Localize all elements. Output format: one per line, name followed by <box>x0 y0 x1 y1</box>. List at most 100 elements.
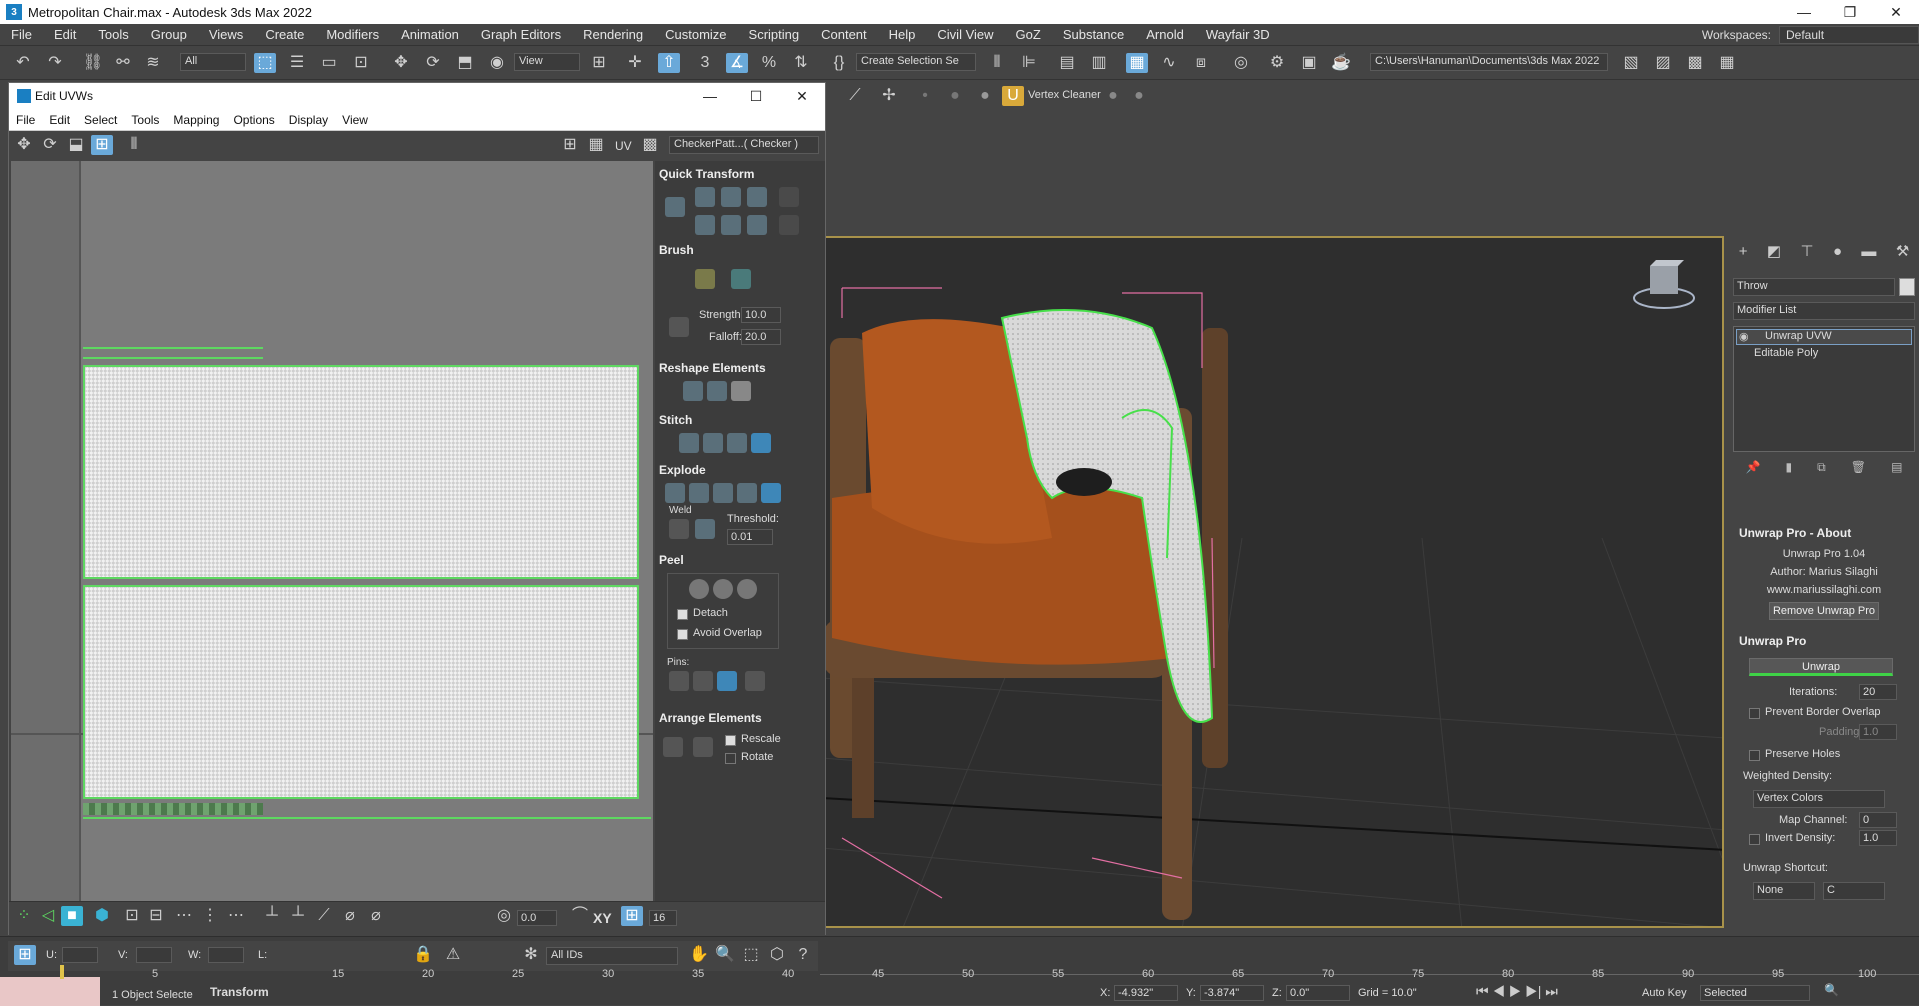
peel-mode-2-icon[interactable] <box>713 579 733 599</box>
unlink-icon[interactable]: ⚯ <box>112 53 134 73</box>
rotate-checkbox[interactable] <box>725 753 736 764</box>
menu-tools[interactable]: Tools <box>87 27 139 42</box>
uv-scale-icon[interactable]: ⬓ <box>65 135 87 155</box>
invert-density-field[interactable]: 1.0 <box>1859 830 1897 846</box>
menu-edit[interactable]: Edit <box>43 27 87 42</box>
named-selection-dropdown[interactable]: Create Selection Se <box>856 53 976 71</box>
uv-grid-icon[interactable]: ⊞ <box>559 135 581 155</box>
qt-spacing-icon[interactable] <box>779 187 799 207</box>
help-icon[interactable]: ? <box>792 945 814 965</box>
timeline-track[interactable] <box>820 965 1919 975</box>
angle-field[interactable]: 0.0 <box>517 910 557 926</box>
ref-coord-dropdown[interactable]: View <box>514 53 580 71</box>
remove-unwrap-pro-button[interactable]: Remove Unwrap Pro <box>1769 602 1879 620</box>
element-mode-icon[interactable]: ⬢ <box>91 906 113 926</box>
warning-icon[interactable]: ⚠ <box>442 945 464 965</box>
menu-graph-editors[interactable]: Graph Editors <box>470 27 572 42</box>
qt-center-icon[interactable] <box>665 197 685 217</box>
unwrap-shortcut-icon[interactable]: U <box>1002 86 1024 106</box>
edit-named-sel-icon[interactable]: {} <box>828 53 850 73</box>
pack-together-icon[interactable] <box>693 737 713 757</box>
uv-menu-edit[interactable]: Edit <box>42 113 77 127</box>
map-channel-field[interactable]: 0 <box>1859 812 1897 828</box>
prevent-overlap-checkbox[interactable] <box>1749 708 1760 719</box>
project-path-dropdown[interactable]: C:\Users\Hanuman\Documents\3ds Max 2022 <box>1370 53 1608 71</box>
show-end-result-icon[interactable]: ▮ <box>1786 460 1793 480</box>
uv-space-label[interactable]: UV <box>615 139 632 153</box>
pivot-icon[interactable]: ⊞ <box>588 53 610 73</box>
hierarchy-tab-icon[interactable]: ⊤ <box>1800 242 1813 260</box>
menu-scripting[interactable]: Scripting <box>738 27 811 42</box>
qt-rotate-cw-icon[interactable] <box>747 215 767 235</box>
keyboard-shortcut-icon[interactable]: ⇧ <box>658 53 680 73</box>
workspaces-dropdown[interactable]: Default <box>1779 25 1919 44</box>
strength-field[interactable]: 10.0 <box>741 307 781 323</box>
explode-3-icon[interactable] <box>713 483 733 503</box>
uv-menu-display[interactable]: Display <box>282 113 335 127</box>
qt-align-v-icon[interactable] <box>721 187 741 207</box>
restore-button[interactable]: ❐ <box>1827 4 1873 21</box>
uv-menu-select[interactable]: Select <box>77 113 124 127</box>
perspective-viewport[interactable] <box>820 236 1724 928</box>
select-by-elem-icon[interactable]: ⊡ <box>121 906 143 926</box>
threshold-field[interactable]: 0.01 <box>727 529 773 545</box>
density-type-dropdown[interactable]: Vertex Colors <box>1753 790 1885 808</box>
pin-stack-icon[interactable]: 📌 <box>1746 460 1761 480</box>
unwrap-pro-rollout-title[interactable]: Unwrap Pro <box>1739 634 1806 648</box>
align-icon[interactable]: ⊫ <box>1018 53 1040 73</box>
iterations-field[interactable]: 20 <box>1859 684 1897 700</box>
object-color-swatch[interactable] <box>1899 278 1915 296</box>
dot-icon-3[interactable]: ● <box>974 86 996 106</box>
menu-create[interactable]: Create <box>254 27 315 42</box>
explode-2-icon[interactable] <box>689 483 709 503</box>
menu-modifiers[interactable]: Modifiers <box>315 27 390 42</box>
angle-snap-icon[interactable]: ∡ <box>726 53 748 73</box>
grow-select-icon[interactable]: ⊟ <box>145 906 167 926</box>
weld-target-icon[interactable] <box>695 519 715 539</box>
undo-icon[interactable]: ↶ <box>12 53 34 73</box>
pin-1-icon[interactable] <box>669 671 689 691</box>
shortcut-key-dropdown[interactable]: C <box>1823 882 1885 900</box>
selection-filter-dropdown[interactable]: All <box>180 53 246 71</box>
ring-select-icon[interactable]: ⋮ <box>199 906 221 926</box>
place-icon[interactable]: ◉ <box>486 53 508 73</box>
display-tab-icon[interactable]: ▬ <box>1861 243 1876 260</box>
explode-section-title[interactable]: Explode <box>659 463 706 477</box>
padding-field[interactable]: 1.0 <box>1859 724 1897 740</box>
explode-4-icon[interactable] <box>737 483 757 503</box>
about-site[interactable]: www.mariussilaghi.com <box>1729 584 1919 596</box>
menu-animation[interactable]: Animation <box>390 27 470 42</box>
checker-pattern-dropdown[interactable]: CheckerPatt...( Checker ) <box>669 136 819 154</box>
select-manipulate-icon[interactable]: ✛ <box>624 53 646 73</box>
modifier-list-dropdown[interactable]: Modifier List <box>1733 302 1915 320</box>
menu-customize[interactable]: Customize <box>654 27 737 42</box>
peel-mode-1-icon[interactable] <box>689 579 709 599</box>
explode-5-icon[interactable] <box>761 483 781 503</box>
stack-item-unwrap[interactable]: ◉ Unwrap UVW <box>1736 329 1912 345</box>
uv-menu-mapping[interactable]: Mapping <box>166 113 226 127</box>
menu-group[interactable]: Group <box>140 27 198 42</box>
uv-menu-tools[interactable]: Tools <box>124 113 166 127</box>
menu-file[interactable]: File <box>0 27 43 42</box>
menu-rendering[interactable]: Rendering <box>572 27 654 42</box>
rect-selection-icon[interactable]: ▭ <box>318 53 340 73</box>
uv-move-icon[interactable]: ✥ <box>13 135 35 155</box>
uv-menu-view[interactable]: View <box>335 113 375 127</box>
key-mode-dropdown[interactable]: Selected <box>1700 985 1810 1001</box>
y-coord-field[interactable]: -3.874" <box>1200 985 1264 1001</box>
stitch-source-icon[interactable] <box>703 433 723 453</box>
vertex-mode-icon[interactable]: ⁘ <box>13 906 35 926</box>
stitch-average-icon[interactable] <box>751 433 771 453</box>
arrange-section-title[interactable]: Arrange Elements <box>659 711 762 725</box>
shortcut-modifier-dropdown[interactable]: None <box>1753 882 1815 900</box>
peel-mode-3-icon[interactable] <box>737 579 757 599</box>
stack-item-editable-poly[interactable]: Editable Poly <box>1736 347 1912 363</box>
uv-maximize-button[interactable]: ☐ <box>733 88 779 105</box>
material-editor-icon[interactable]: ◎ <box>1230 53 1252 73</box>
stitch-custom-icon[interactable] <box>679 433 699 453</box>
rescale-checkbox[interactable] <box>725 735 736 746</box>
make-unique-icon[interactable]: ⧉ <box>1817 460 1826 480</box>
qt-align-pivot-icon[interactable] <box>695 215 715 235</box>
move-icon[interactable]: ✥ <box>390 53 412 73</box>
menu-help[interactable]: Help <box>878 27 927 42</box>
